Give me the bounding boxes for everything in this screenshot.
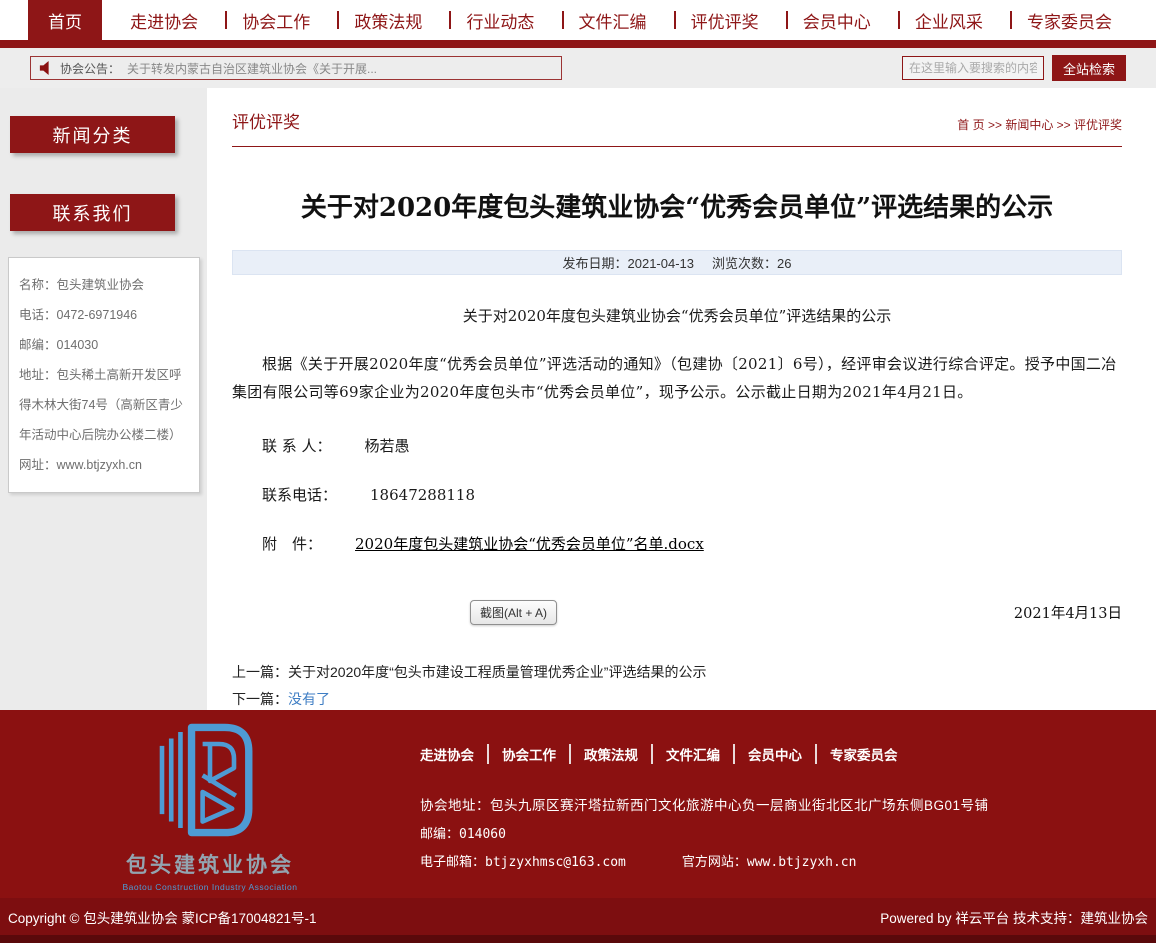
footer-link-policies[interactable]: 政策法规 <box>569 744 651 764</box>
nav-item-enterprise[interactable]: 企业风采 <box>899 0 999 40</box>
screenshot-button[interactable]: 截图(Alt + A) <box>470 600 557 625</box>
page-footer: 包头建筑业协会 Baotou Construction Industry Ass… <box>0 710 1156 898</box>
article-title: 关于对2020年度包头建筑业协会“优秀会员单位”评选结果的公示 <box>232 187 1122 224</box>
footer-link-documents[interactable]: 文件汇编 <box>651 744 733 764</box>
article-paragraph: 根据《关于开展2020年度“优秀会员单位”评选活动的通知》（包建协〔2021〕6… <box>232 351 1122 407</box>
nav-item-policies[interactable]: 政策法规 <box>338 0 438 40</box>
footer-links: 走进协会 协会工作 政策法规 文件汇编 会员中心 专家委员会 <box>420 744 1156 764</box>
signature-date: 2021年4月13日 <box>1014 602 1122 623</box>
footer-contact-row: 电子邮箱：btjzyxhmsc@163.com 官方网站：www.btjzyxh… <box>420 851 1156 870</box>
prev-article-row: 上一篇：关于对2020年度“包头市建设工程质量管理优秀企业”评选结果的公示 <box>232 659 1122 686</box>
sidebar-contact-info-box: 名称：包头建筑业协会 电话：0472-6971946 邮编：014030 地址：… <box>8 257 200 493</box>
attachment-label: 附 件： <box>262 535 322 553</box>
nav-item-member-center[interactable]: 会员中心 <box>787 0 887 40</box>
contact-phone-label: 联系电话： <box>262 486 337 504</box>
content-area: 新闻分类 联系我们 名称：包头建筑业协会 电话：0472-6971946 邮编：… <box>0 88 1156 710</box>
nav-item-documents[interactable]: 文件汇编 <box>563 0 663 40</box>
sidebar: 新闻分类 联系我们 名称：包头建筑业协会 电话：0472-6971946 邮编：… <box>0 88 207 710</box>
association-logo-icon <box>154 720 266 845</box>
nav-item-about[interactable]: 走进协会 <box>114 0 214 40</box>
section-title: 评优评奖 <box>232 108 300 133</box>
article-body: 关于对2020年度包头建筑业协会“优秀会员单位”评选结果的公示 根据《关于开展2… <box>232 305 1122 625</box>
contact-postcode-line: 邮编：014030 <box>19 330 189 360</box>
footer-email: 电子邮箱：btjzyxhmsc@163.com <box>420 851 626 870</box>
footer-postcode: 邮编：014060 <box>420 823 1156 842</box>
contact-person-line: 联 系 人： 杨若愚 <box>262 435 1122 456</box>
footer-info: 走进协会 协会工作 政策法规 文件汇编 会员中心 专家委员会 协会地址：包头九原… <box>420 710 1156 898</box>
section-header: 评优评奖 首 页 >> 新闻中心 >> 评优评奖 <box>232 108 1122 147</box>
footer-link-about[interactable]: 走进协会 <box>420 744 487 764</box>
main-panel: 评优评奖 首 页 >> 新闻中心 >> 评优评奖 关于对2020年度包头建筑业协… <box>207 88 1156 710</box>
prev-article-label: 上一篇： <box>232 664 288 680</box>
footer-logo-title: 包头建筑业协会 <box>126 849 294 879</box>
contact-address-line: 地址：包头稀土高新开发区呼得木林大街74号（高新区青少年活动中心后院办公楼二楼） <box>19 360 189 450</box>
footer-logo-subtitle: Baotou Construction Industry Association <box>123 882 298 892</box>
copyright-text: Copyright © 包头建筑业协会 蒙ICP备17004821号-1 <box>8 907 317 927</box>
contact-name-line: 名称：包头建筑业协会 <box>19 270 189 300</box>
footer-link-member-center[interactable]: 会员中心 <box>733 744 815 764</box>
contact-phone-number: 18647288118 <box>370 486 475 504</box>
sidebar-news-category-button[interactable]: 新闻分类 <box>10 116 175 153</box>
footer-link-association-work[interactable]: 协会工作 <box>487 744 569 764</box>
signature-row: 截图(Alt + A) 2021年4月13日 <box>232 600 1122 625</box>
search-button[interactable]: 全站检索 <box>1052 55 1126 81</box>
prev-article-link[interactable]: 关于对2020年度“包头市建设工程质量管理优秀企业”评选结果的公示 <box>288 664 706 680</box>
nav-item-home[interactable]: 首页 <box>28 0 102 40</box>
nav-item-awards[interactable]: 评优评奖 <box>675 0 775 40</box>
announcement-marquee[interactable]: 协会公告： 关于转发内蒙古自治区建筑业协会《关于开展... <box>30 56 562 80</box>
attachment-row: 附 件： 2020年度包头建筑业协会“优秀会员单位”名单.docx <box>262 533 1122 554</box>
nav-divider-strip <box>0 40 1156 48</box>
view-count: 浏览次数：26 <box>712 253 791 272</box>
search-input[interactable] <box>902 56 1044 80</box>
attachment-link[interactable]: 2020年度包头建筑业协会“优秀会员单位”名单.docx <box>355 535 704 553</box>
site-search: 全站检索 <box>902 55 1126 81</box>
announcement-label: 协会公告： <box>60 60 120 77</box>
copyright-bar: Copyright © 包头建筑业协会 蒙ICP备17004821号-1 Pow… <box>0 898 1156 943</box>
footer-link-expert-committee[interactable]: 专家委员会 <box>815 744 911 764</box>
publish-date: 发布日期：2021-04-13 <box>563 253 695 272</box>
speaker-icon <box>39 61 53 75</box>
footer-logo-block: 包头建筑业协会 Baotou Construction Industry Ass… <box>0 710 420 898</box>
contact-phone-row: 联系电话： 18647288118 <box>262 484 1122 505</box>
next-article-link[interactable]: 没有了 <box>288 691 330 707</box>
powered-by-text: Powered by 祥云平台 技术支持：建筑业协会 <box>880 907 1148 927</box>
nav-item-expert-committee[interactable]: 专家委员会 <box>1011 0 1128 40</box>
breadcrumb[interactable]: 首 页 >> 新闻中心 >> 评优评奖 <box>957 116 1122 133</box>
contact-phone-line: 电话：0472-6971946 <box>19 300 189 330</box>
main-navigation: 首页 走进协会 协会工作 政策法规 行业动态 文件汇编 评优评奖 会员中心 企业… <box>0 0 1156 40</box>
contact-person-label: 联 系 人： <box>262 437 332 455</box>
nav-item-industry-news[interactable]: 行业动态 <box>450 0 550 40</box>
prev-next-navigation: 上一篇：关于对2020年度“包头市建设工程质量管理优秀企业”评选结果的公示 下一… <box>232 659 1122 713</box>
announcement-bar: 协会公告： 关于转发内蒙古自治区建筑业协会《关于开展... 全站检索 <box>0 48 1156 88</box>
sidebar-contact-us-button[interactable]: 联系我们 <box>10 194 175 231</box>
article-body-heading: 关于对2020年度包头建筑业协会“优秀会员单位”评选结果的公示 <box>232 305 1122 326</box>
next-article-row: 下一篇：没有了 <box>232 686 1122 713</box>
footer-address: 协会地址：包头九原区赛汗塔拉新西门文化旅游中心负一层商业街北区北广场东侧BG01… <box>420 794 1156 814</box>
article-meta-bar: 发布日期：2021-04-13 浏览次数：26 <box>232 250 1122 275</box>
contact-person-name: 杨若愚 <box>365 437 410 455</box>
next-article-label: 下一篇： <box>232 691 288 707</box>
nav-item-association-work[interactable]: 协会工作 <box>226 0 326 40</box>
announcement-text[interactable]: 关于转发内蒙古自治区建筑业协会《关于开展... <box>127 60 377 77</box>
contact-website-line: 网址：www.btjzyxh.cn <box>19 450 189 480</box>
footer-website[interactable]: 官方网站：www.btjzyxh.cn <box>682 851 857 870</box>
